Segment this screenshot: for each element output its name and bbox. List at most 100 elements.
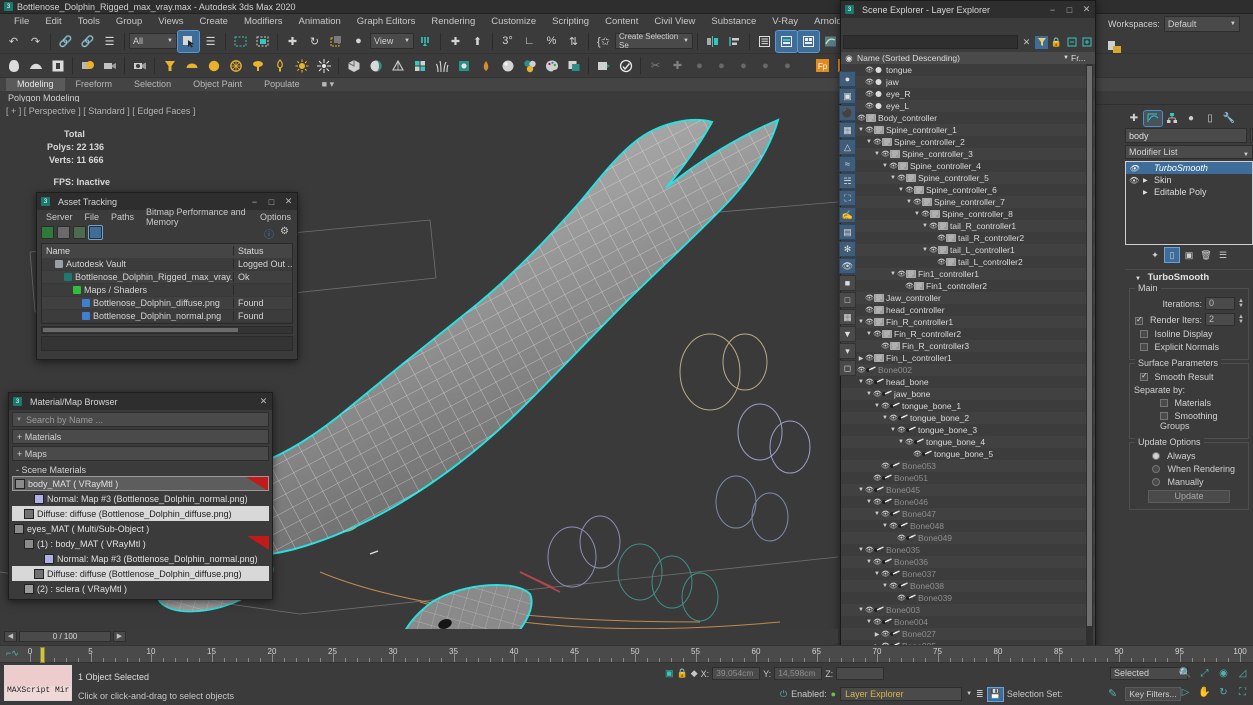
time-slider-handle[interactable]	[40, 647, 45, 663]
scene-tree-row[interactable]: ▼ 👁 Spine_controller_6	[841, 184, 1095, 196]
update-manually-radio[interactable]	[1152, 478, 1160, 486]
scene-tree-row[interactable]: 👁 head_controller	[841, 304, 1095, 316]
spinner-arrows-icon[interactable]: ▲ ▼	[1238, 298, 1244, 309]
track-bar[interactable]: ⌐∿ 0 5 10 15 20 25 30 35 40 45 50 55 60 65 70 75 80 85 90 9…	[0, 645, 1253, 663]
column-name[interactable]: Name	[42, 246, 234, 256]
scene-tree-row[interactable]: 👁 eye_L	[841, 100, 1095, 112]
menu-item-edit[interactable]: Edit	[37, 16, 69, 27]
scene-tree-row[interactable]: 👁 Fin_R_controller3	[841, 340, 1095, 352]
expand-collapse-icon[interactable]: ▼	[865, 559, 873, 565]
scene-tree-row[interactable]: 👁 tongue	[841, 64, 1095, 76]
scene-tree-row[interactable]: ▼ 👁 Spine_controller_8	[841, 208, 1095, 220]
project-folder-fp-icon[interactable]: Fp	[812, 55, 833, 76]
visibility-eye-icon[interactable]: 👁	[865, 78, 874, 86]
scene-tree-row[interactable]: ▼ 👁 Bone004	[841, 616, 1095, 628]
scene-tree-row[interactable]: ▼ 👁 tongue_bone_3	[841, 424, 1095, 436]
properties-icon[interactable]: ▦	[839, 309, 856, 325]
sort-filter-icon[interactable]: ▾	[839, 343, 856, 359]
scissors-icon[interactable]: ✂	[645, 55, 666, 76]
expand-collapse-icon[interactable]: ▼	[881, 583, 889, 589]
expand-collapse-icon[interactable]: ▼	[921, 223, 929, 229]
scene-tree-row[interactable]: ▼ 👁 Bone003	[841, 604, 1095, 616]
update-when-rendering-radio[interactable]	[1152, 465, 1160, 473]
maximize-viewport-icon[interactable]: ⛶	[1234, 684, 1251, 701]
visibility-eye-icon[interactable]: 👁	[897, 534, 906, 542]
asset-tracking-dialog[interactable]: 3 Asset Tracking − □ ✕ Server File Paths Bi…	[36, 192, 298, 360]
lock-selection-icon[interactable]: 🔒	[677, 668, 688, 679]
close-icon[interactable]: ✕	[255, 394, 272, 409]
modifier-visibility-icon[interactable]: 👁	[1129, 164, 1140, 173]
visibility-eye-icon[interactable]: 👁	[889, 582, 898, 590]
expand-collapse-icon[interactable]: ▼	[905, 199, 913, 205]
expand-collapse-icon[interactable]: ▼	[865, 391, 873, 397]
toggle-ribbon-icon[interactable]	[797, 29, 820, 53]
visibility-eye-icon[interactable]: 👁	[897, 426, 906, 434]
visibility-eye-icon[interactable]: 👁	[881, 150, 890, 158]
make-unique-icon[interactable]: ▣	[1182, 248, 1196, 262]
expand-collapse-icon[interactable]: ▼	[881, 163, 889, 169]
free-light-icon[interactable]	[269, 55, 290, 76]
visibility-eye-icon[interactable]: 👁	[897, 594, 906, 602]
scene-tree-row[interactable]: 👁 tail_L_controller2	[841, 256, 1095, 268]
expand-collapse-icon[interactable]: ▼	[873, 151, 881, 157]
render-frame-window-icon[interactable]	[593, 55, 614, 76]
filter-funnel-icon[interactable]: ▼	[839, 326, 856, 342]
scene-explorer-tree[interactable]: 👁tongue👁jaw👁eye_R👁eye_L▼👁Body_controller…	[841, 64, 1095, 662]
visibility-eye-icon[interactable]: 👁	[865, 318, 874, 326]
scene-explorer-vscrollbar[interactable]	[1086, 64, 1093, 662]
list-view-icon[interactable]	[73, 226, 86, 239]
isoline-display-row[interactable]: Isoline Display	[1134, 329, 1244, 339]
dome-light-icon[interactable]	[181, 55, 202, 76]
scene-tree-row[interactable]: ▼ 👁 Bone038	[841, 580, 1095, 592]
scene-explorer-column-header[interactable]: ◉ Name (Sorted Descending) ▼ Fr...	[841, 52, 1095, 64]
expand-collapse-icon[interactable]: ▼	[881, 415, 889, 421]
modifier-stack[interactable]: 👁 TurboSmooth 👁 ▶ Skin ▶ Editable Poly	[1125, 161, 1253, 245]
modifier-expand-icon[interactable]: ▶	[1143, 189, 1151, 196]
spinner-snap-arrows-icon[interactable]: ⇅	[563, 31, 584, 52]
update-always-row[interactable]: Always	[1134, 451, 1244, 461]
scene-tree-row[interactable]: ▶ 👁 Bone027	[841, 628, 1095, 640]
reference-coordinate-combo[interactable]: View ▼	[370, 33, 414, 49]
palette-icon[interactable]	[541, 55, 562, 76]
set-key-mode-icon[interactable]: ✎	[1108, 687, 1117, 700]
visibility-eye-icon[interactable]: 👁	[881, 630, 890, 638]
menu-item-views[interactable]: Views	[150, 16, 191, 27]
curve-editor-icon[interactable]	[820, 31, 841, 52]
render-to-texture-icon[interactable]	[563, 55, 584, 76]
help-icon[interactable]: ⓘ	[264, 226, 277, 241]
tab-hierarchy[interactable]	[1163, 111, 1181, 126]
visibility-eye-icon[interactable]: 👁	[889, 522, 898, 530]
panel-layout-icon[interactable]: □	[839, 292, 856, 308]
name-column-label[interactable]: Name (Sorted Descending)	[857, 53, 1063, 63]
vray-light-icon[interactable]	[159, 55, 180, 76]
bind-to-space-warp-icon[interactable]: ☰	[99, 31, 120, 52]
current-frame-field[interactable]: 0 / 100	[19, 630, 111, 642]
select-cameras-icon[interactable]: ▦	[839, 122, 856, 138]
vray-fur-icon[interactable]	[409, 55, 430, 76]
absolute-relative-icon[interactable]: ▣	[665, 668, 674, 679]
set-key-icon[interactable]: 💾	[986, 686, 1004, 702]
visibility-eye-icon[interactable]: 👁	[937, 234, 946, 242]
sun-light-icon[interactable]	[291, 55, 312, 76]
scene-tree-row[interactable]: ▼ 👁 Bone045	[841, 484, 1095, 496]
scene-tree-row[interactable]: ▼ 👁 Bone037	[841, 568, 1095, 580]
material-entry[interactable]: Normal: Map #3 (Bottlenose_Dolphin_norma…	[12, 491, 269, 506]
smooth-result-checkbox[interactable]	[1140, 371, 1148, 381]
spinner-arrows-icon[interactable]: ▲ ▼	[1238, 314, 1244, 325]
expand-collapse-icon[interactable]: ▼	[889, 427, 897, 433]
vray-volume-icon[interactable]	[453, 55, 474, 76]
scene-tree-row[interactable]: ▼ 👁 Spine_controller_2	[841, 136, 1095, 148]
render-production-icon[interactable]	[615, 55, 636, 76]
scene-tree-row[interactable]: ▼ 👁 Bone046	[841, 496, 1095, 508]
select-geometry-icon[interactable]: ▣	[839, 88, 856, 104]
select-by-name-icon[interactable]: ☰	[200, 31, 221, 52]
modifier-list-dropdown[interactable]: Modifier List ▼	[1125, 145, 1253, 159]
tab-create[interactable]: ✚	[1125, 111, 1143, 126]
object-name-field[interactable]	[1125, 128, 1247, 143]
expand-collapse-icon[interactable]: ▼	[857, 547, 865, 553]
spot-light-icon[interactable]	[247, 55, 268, 76]
visibility-eye-icon[interactable]: 👁	[905, 282, 914, 290]
compound-objects-icon[interactable]	[47, 55, 68, 76]
expand-collapse-icon[interactable]: ▼	[889, 175, 897, 181]
expand-collapse-icon[interactable]: ▼	[921, 247, 929, 253]
